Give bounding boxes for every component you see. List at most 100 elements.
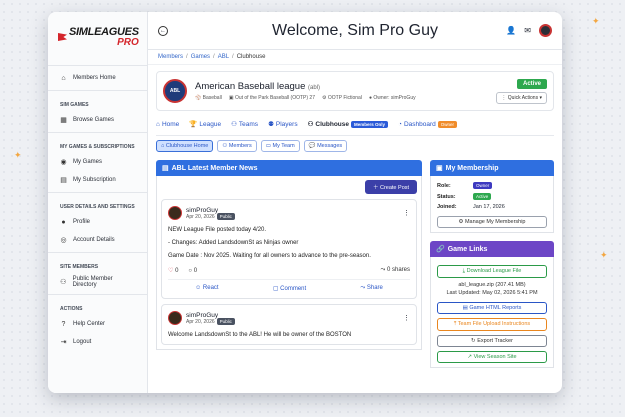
sidebar-item-browse-games[interactable]: ▦ Browse Games <box>48 111 147 129</box>
comment-button[interactable]: ▢ Comment <box>273 285 306 292</box>
avatar <box>168 311 182 325</box>
dashboard-icon: ◔ <box>398 120 402 128</box>
post-text: NEW League File posted today 4/20. <box>168 227 267 233</box>
trophy-icon: 🏆 <box>189 121 198 128</box>
sidebar-item-help-center[interactable]: ? Help Center <box>48 315 147 333</box>
breadcrumb-link[interactable]: Games <box>191 54 210 60</box>
league-game: Out of the Park Baseball (OOTP) 27 <box>234 95 315 101</box>
league-header-card: ABL American Baseball league (abl) ⚾ Bas… <box>156 71 554 111</box>
avatar[interactable] <box>539 24 552 37</box>
sidebar-section-title: ACTIONS <box>60 306 83 312</box>
sparkle-icon: ✦ <box>14 150 22 160</box>
league-meta: ⚾ Baseball ▣ Out of the Park Baseball (O… <box>195 95 416 101</box>
tab-clubhouse[interactable]: ⚇ Clubhouse Members Only <box>307 120 389 128</box>
post-date: Apr 20, 2026 <box>186 213 215 220</box>
sidebar-item-public-member-directory[interactable]: ⚇ Public Member Directory <box>48 273 147 291</box>
visibility-badge: Public <box>216 212 235 220</box>
react-button[interactable]: ☺ React <box>195 285 218 292</box>
file-name: abl_league.zip (207.41 MB) <box>458 282 526 288</box>
app-window: SIMLEAGUES PRO ⌂ Members Home SIM GAMES … <box>48 12 562 393</box>
subtab-members[interactable]: ⚇ Members <box>217 140 257 152</box>
post-text: Welcome LandsdownSt to the ABL! He will … <box>168 332 352 338</box>
league-tabs: ⌂ Home 🏆 League ⚇ Teams ⚉ Players ⚇ Clubhouse… <box>156 117 554 131</box>
top-bar: ← Welcome, Sim Pro Guy 👤 ✉ <box>148 12 562 50</box>
avatar <box>168 206 182 220</box>
document-icon: ▤ <box>60 177 67 184</box>
flag-icon <box>58 33 67 41</box>
html-reports-button[interactable]: ▤ Game HTML Reports <box>437 301 547 314</box>
export-tracker-button[interactable]: ↻ Export Tracker <box>437 334 547 347</box>
grid-icon: ▦ <box>60 117 67 124</box>
sidebar-section-title: SITE MEMBERS <box>60 264 99 270</box>
logo-text: SIMLEAGUES <box>69 25 139 38</box>
league-owner: Owner: simProGuy <box>373 95 416 101</box>
comment-count: ○ 0 <box>188 267 198 274</box>
tab-teams[interactable]: ⚇ Teams <box>231 120 258 128</box>
group-icon: ⚇ <box>307 121 314 128</box>
create-post-button[interactable]: ＋ Create Post <box>365 180 417 194</box>
view-season-site-button[interactable]: ↗ View Season Site <box>437 350 547 363</box>
main-content: ← Welcome, Sim Pro Guy 👤 ✉ Members / Game… <box>148 12 562 393</box>
users-icon: ⚇ <box>231 121 237 128</box>
league-title: American Baseball league (abl) <box>195 81 321 92</box>
user-circle-icon: ◎ <box>60 237 67 244</box>
joined-date: Jan 17, 2026 <box>473 204 505 210</box>
tab-players[interactable]: ⚉ Players <box>268 120 298 128</box>
owner-badge: Owner <box>437 120 458 128</box>
sidebar-item-profile[interactable]: ● Profile <box>48 213 147 231</box>
sidebar-section-title: USER DETAILS AND SETTINGS <box>60 204 135 210</box>
sidebar-item-logout[interactable]: ⇥ Logout <box>48 333 147 351</box>
post-text: Game Date : Nov 2025. Waiting for all ow… <box>168 253 371 259</box>
upload-instructions-button[interactable]: ⤒ Team File Upload Instructions <box>437 317 547 331</box>
status-badge: Active <box>473 193 492 200</box>
manage-membership-button[interactable]: ⚙ Manage My Membership <box>437 216 547 228</box>
league-sport: Baseball <box>202 95 222 101</box>
share-count: ⤳ 0 shares <box>380 267 410 273</box>
heart-icon: ♡ <box>168 268 174 274</box>
breadcrumb-link[interactable]: ABL <box>218 54 229 60</box>
subtab-my-team[interactable]: ▭ My Team <box>260 140 300 152</box>
more-options-icon[interactable]: ⋮ <box>403 209 410 217</box>
sidebar-section-title: MY GAMES & SUBSCRIPTIONS <box>60 144 135 150</box>
download-league-file-button[interactable]: ⤓ Download League File <box>437 265 547 278</box>
game-links-panel: ⤓ Download League File abl_league.zip (2… <box>430 257 554 368</box>
post-card: simProGuy Apr 20, 2026 Public ⋮ Welcome L… <box>161 304 417 345</box>
page-title: Welcome, Sim Pro Guy <box>272 21 438 39</box>
home-icon: ⌂ <box>156 120 160 128</box>
sparkle-icon: ✦ <box>592 16 600 26</box>
members-only-badge: Members Only <box>351 121 389 128</box>
more-options-icon[interactable]: ⋮ <box>403 314 410 322</box>
post-date: Apr 20, 2026 <box>186 318 215 325</box>
user-icon: ● <box>61 218 66 226</box>
breadcrumb-link[interactable]: Members <box>158 54 183 60</box>
user-icon[interactable]: 👤 <box>506 26 516 35</box>
news-panel: ＋ Create Post simProGuy Apr 20, 2026 Publ… <box>156 176 422 350</box>
id-card-icon: ▣ <box>436 165 443 172</box>
subtab-clubhouse-home[interactable]: ⌂ Clubhouse Home <box>156 140 214 152</box>
sidebar-item-my-games[interactable]: ◉ My Games <box>48 153 147 171</box>
newspaper-icon: ▤ <box>162 165 169 172</box>
tab-dashboard[interactable]: ◔ Dashboard Owner <box>398 120 458 128</box>
tab-league[interactable]: 🏆 League <box>189 120 221 128</box>
role-badge: Owner <box>473 182 493 189</box>
share-button[interactable]: ⤳ Share <box>360 285 382 292</box>
gamepad-icon: ◉ <box>60 159 67 166</box>
sidebar-item-account-details[interactable]: ◎ Account Details <box>48 231 147 249</box>
back-arrow-icon[interactable]: ← <box>158 25 168 36</box>
sidebar-item-my-subscription[interactable]: ▤ My Subscription <box>48 171 147 189</box>
logout-icon: ⇥ <box>60 339 67 346</box>
sidebar: SIMLEAGUES PRO ⌂ Members Home SIM GAMES … <box>48 12 148 393</box>
link-icon: 🔗 <box>436 246 445 253</box>
site-logo[interactable]: SIMLEAGUES PRO <box>48 12 147 62</box>
sparkle-icon: ✦ <box>600 250 608 260</box>
tab-home[interactable]: ⌂ Home <box>156 121 179 128</box>
home-icon: ⌂ <box>61 74 66 82</box>
subtab-messages[interactable]: 💬 Messages <box>303 140 348 152</box>
breadcrumb: Members / Games / ABL / Clubhouse <box>148 50 562 65</box>
post-text: - Changes: Added LandsdownSt as Ninjas o… <box>168 240 299 246</box>
quick-actions-button[interactable]: ⋮ Quick Actions ▾ <box>496 91 547 104</box>
mail-icon[interactable]: ✉ <box>524 26 531 35</box>
users-icon: ⚇ <box>60 279 67 286</box>
sidebar-item-members-home[interactable]: ⌂ Members Home <box>48 69 147 87</box>
league-type: OOTP Fictional <box>327 95 362 101</box>
